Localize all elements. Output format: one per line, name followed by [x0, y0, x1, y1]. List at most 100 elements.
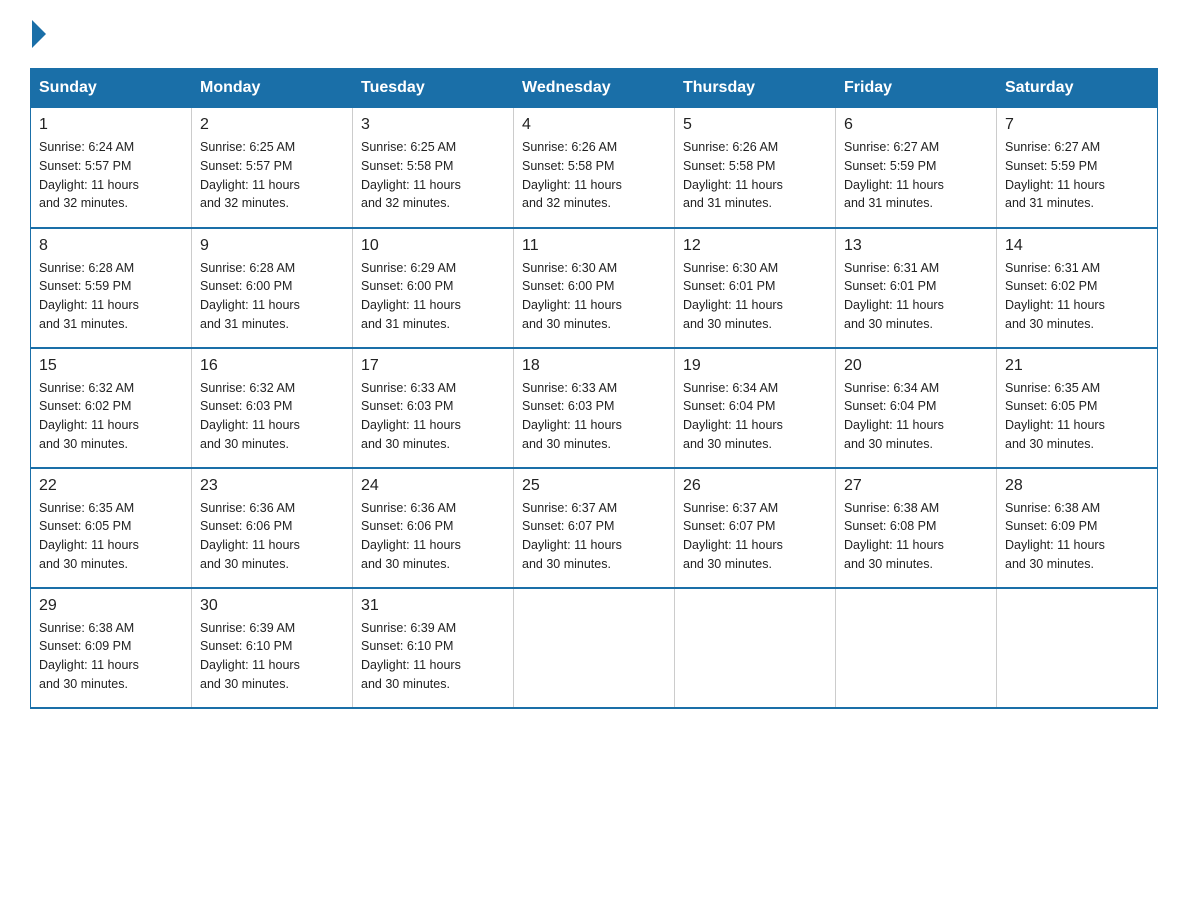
day-info: Sunrise: 6:37 AMSunset: 6:07 PMDaylight:… — [522, 499, 666, 574]
calendar-cell: 15 Sunrise: 6:32 AMSunset: 6:02 PMDaylig… — [31, 348, 192, 468]
day-info: Sunrise: 6:35 AMSunset: 6:05 PMDaylight:… — [1005, 379, 1149, 454]
col-tuesday: Tuesday — [353, 69, 514, 108]
day-number: 2 — [200, 116, 344, 134]
week-row-2: 8 Sunrise: 6:28 AMSunset: 5:59 PMDayligh… — [31, 228, 1158, 348]
calendar-cell: 2 Sunrise: 6:25 AMSunset: 5:57 PMDayligh… — [192, 108, 353, 228]
calendar-cell: 7 Sunrise: 6:27 AMSunset: 5:59 PMDayligh… — [997, 108, 1158, 228]
day-info: Sunrise: 6:34 AMSunset: 6:04 PMDaylight:… — [683, 379, 827, 454]
day-info: Sunrise: 6:38 AMSunset: 6:09 PMDaylight:… — [1005, 499, 1149, 574]
calendar-cell: 6 Sunrise: 6:27 AMSunset: 5:59 PMDayligh… — [836, 108, 997, 228]
header-row: Sunday Monday Tuesday Wednesday Thursday… — [31, 69, 1158, 108]
calendar-cell: 5 Sunrise: 6:26 AMSunset: 5:58 PMDayligh… — [675, 108, 836, 228]
day-number: 27 — [844, 477, 988, 495]
calendar-cell — [997, 588, 1158, 708]
calendar-cell — [836, 588, 997, 708]
day-info: Sunrise: 6:30 AMSunset: 6:01 PMDaylight:… — [683, 259, 827, 334]
day-number: 22 — [39, 477, 183, 495]
day-number: 23 — [200, 477, 344, 495]
day-info: Sunrise: 6:36 AMSunset: 6:06 PMDaylight:… — [200, 499, 344, 574]
calendar-cell — [675, 588, 836, 708]
week-row-5: 29 Sunrise: 6:38 AMSunset: 6:09 PMDaylig… — [31, 588, 1158, 708]
calendar-cell: 27 Sunrise: 6:38 AMSunset: 6:08 PMDaylig… — [836, 468, 997, 588]
day-number: 1 — [39, 116, 183, 134]
day-info: Sunrise: 6:33 AMSunset: 6:03 PMDaylight:… — [361, 379, 505, 454]
day-info: Sunrise: 6:27 AMSunset: 5:59 PMDaylight:… — [844, 138, 988, 213]
calendar-header: Sunday Monday Tuesday Wednesday Thursday… — [31, 69, 1158, 108]
calendar-cell: 16 Sunrise: 6:32 AMSunset: 6:03 PMDaylig… — [192, 348, 353, 468]
day-number: 10 — [361, 237, 505, 255]
calendar-cell: 25 Sunrise: 6:37 AMSunset: 6:07 PMDaylig… — [514, 468, 675, 588]
week-row-4: 22 Sunrise: 6:35 AMSunset: 6:05 PMDaylig… — [31, 468, 1158, 588]
day-number: 8 — [39, 237, 183, 255]
day-number: 9 — [200, 237, 344, 255]
calendar-cell: 11 Sunrise: 6:30 AMSunset: 6:00 PMDaylig… — [514, 228, 675, 348]
calendar-cell: 3 Sunrise: 6:25 AMSunset: 5:58 PMDayligh… — [353, 108, 514, 228]
day-info: Sunrise: 6:28 AMSunset: 5:59 PMDaylight:… — [39, 259, 183, 334]
logo-arrow-icon — [32, 20, 46, 48]
day-number: 25 — [522, 477, 666, 495]
day-number: 31 — [361, 597, 505, 615]
calendar-cell: 24 Sunrise: 6:36 AMSunset: 6:06 PMDaylig… — [353, 468, 514, 588]
day-number: 16 — [200, 357, 344, 375]
day-number: 29 — [39, 597, 183, 615]
calendar-table: Sunday Monday Tuesday Wednesday Thursday… — [30, 68, 1158, 709]
calendar-cell: 23 Sunrise: 6:36 AMSunset: 6:06 PMDaylig… — [192, 468, 353, 588]
day-number: 24 — [361, 477, 505, 495]
day-info: Sunrise: 6:26 AMSunset: 5:58 PMDaylight:… — [522, 138, 666, 213]
day-info: Sunrise: 6:39 AMSunset: 6:10 PMDaylight:… — [200, 619, 344, 694]
calendar-cell: 10 Sunrise: 6:29 AMSunset: 6:00 PMDaylig… — [353, 228, 514, 348]
day-info: Sunrise: 6:38 AMSunset: 6:09 PMDaylight:… — [39, 619, 183, 694]
page-header — [30, 20, 1158, 48]
col-thursday: Thursday — [675, 69, 836, 108]
calendar-cell: 12 Sunrise: 6:30 AMSunset: 6:01 PMDaylig… — [675, 228, 836, 348]
day-info: Sunrise: 6:26 AMSunset: 5:58 PMDaylight:… — [683, 138, 827, 213]
day-number: 12 — [683, 237, 827, 255]
day-info: Sunrise: 6:34 AMSunset: 6:04 PMDaylight:… — [844, 379, 988, 454]
col-wednesday: Wednesday — [514, 69, 675, 108]
day-info: Sunrise: 6:31 AMSunset: 6:02 PMDaylight:… — [1005, 259, 1149, 334]
calendar-cell: 31 Sunrise: 6:39 AMSunset: 6:10 PMDaylig… — [353, 588, 514, 708]
day-number: 18 — [522, 357, 666, 375]
day-info: Sunrise: 6:38 AMSunset: 6:08 PMDaylight:… — [844, 499, 988, 574]
col-friday: Friday — [836, 69, 997, 108]
day-info: Sunrise: 6:36 AMSunset: 6:06 PMDaylight:… — [361, 499, 505, 574]
calendar-cell: 14 Sunrise: 6:31 AMSunset: 6:02 PMDaylig… — [997, 228, 1158, 348]
day-number: 7 — [1005, 116, 1149, 134]
week-row-3: 15 Sunrise: 6:32 AMSunset: 6:02 PMDaylig… — [31, 348, 1158, 468]
calendar-cell: 17 Sunrise: 6:33 AMSunset: 6:03 PMDaylig… — [353, 348, 514, 468]
calendar-cell — [514, 588, 675, 708]
col-monday: Monday — [192, 69, 353, 108]
calendar-cell: 30 Sunrise: 6:39 AMSunset: 6:10 PMDaylig… — [192, 588, 353, 708]
day-info: Sunrise: 6:28 AMSunset: 6:00 PMDaylight:… — [200, 259, 344, 334]
calendar-cell: 21 Sunrise: 6:35 AMSunset: 6:05 PMDaylig… — [997, 348, 1158, 468]
calendar-body: 1 Sunrise: 6:24 AMSunset: 5:57 PMDayligh… — [31, 108, 1158, 708]
day-info: Sunrise: 6:30 AMSunset: 6:00 PMDaylight:… — [522, 259, 666, 334]
day-info: Sunrise: 6:32 AMSunset: 6:03 PMDaylight:… — [200, 379, 344, 454]
day-number: 14 — [1005, 237, 1149, 255]
day-number: 15 — [39, 357, 183, 375]
day-number: 17 — [361, 357, 505, 375]
day-info: Sunrise: 6:35 AMSunset: 6:05 PMDaylight:… — [39, 499, 183, 574]
day-number: 5 — [683, 116, 827, 134]
day-info: Sunrise: 6:24 AMSunset: 5:57 PMDaylight:… — [39, 138, 183, 213]
day-number: 21 — [1005, 357, 1149, 375]
day-info: Sunrise: 6:25 AMSunset: 5:58 PMDaylight:… — [361, 138, 505, 213]
calendar-cell: 4 Sunrise: 6:26 AMSunset: 5:58 PMDayligh… — [514, 108, 675, 228]
day-number: 4 — [522, 116, 666, 134]
day-number: 13 — [844, 237, 988, 255]
day-info: Sunrise: 6:25 AMSunset: 5:57 PMDaylight:… — [200, 138, 344, 213]
day-number: 28 — [1005, 477, 1149, 495]
day-number: 11 — [522, 237, 666, 255]
calendar-cell: 8 Sunrise: 6:28 AMSunset: 5:59 PMDayligh… — [31, 228, 192, 348]
calendar-cell: 1 Sunrise: 6:24 AMSunset: 5:57 PMDayligh… — [31, 108, 192, 228]
col-saturday: Saturday — [997, 69, 1158, 108]
day-info: Sunrise: 6:31 AMSunset: 6:01 PMDaylight:… — [844, 259, 988, 334]
day-info: Sunrise: 6:37 AMSunset: 6:07 PMDaylight:… — [683, 499, 827, 574]
calendar-cell: 28 Sunrise: 6:38 AMSunset: 6:09 PMDaylig… — [997, 468, 1158, 588]
calendar-cell: 9 Sunrise: 6:28 AMSunset: 6:00 PMDayligh… — [192, 228, 353, 348]
day-number: 19 — [683, 357, 827, 375]
week-row-1: 1 Sunrise: 6:24 AMSunset: 5:57 PMDayligh… — [31, 108, 1158, 228]
logo — [30, 20, 46, 48]
calendar-cell: 18 Sunrise: 6:33 AMSunset: 6:03 PMDaylig… — [514, 348, 675, 468]
calendar-cell: 20 Sunrise: 6:34 AMSunset: 6:04 PMDaylig… — [836, 348, 997, 468]
